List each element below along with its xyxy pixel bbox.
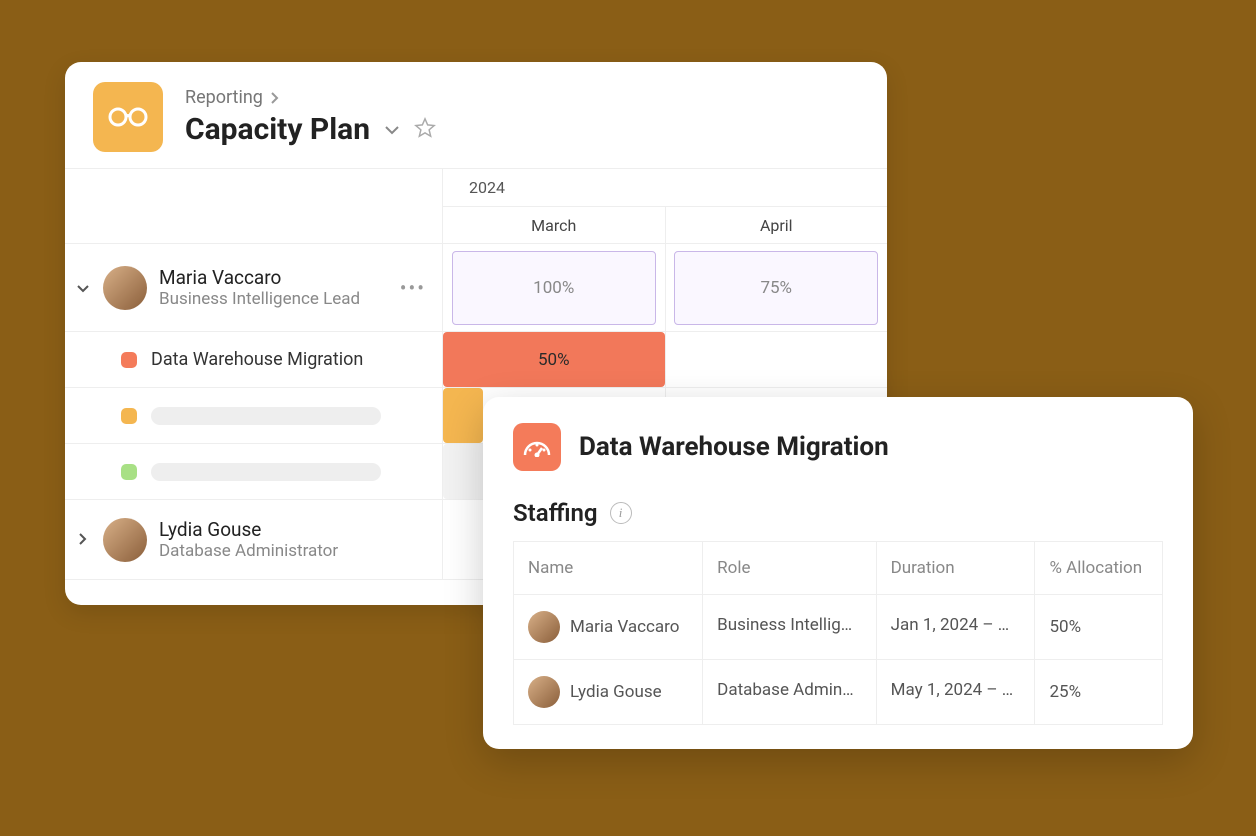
cell-duration: Jan 1, 2024 – … (891, 615, 1010, 635)
person-row-maria: Maria Vaccaro Business Intelligence Lead… (65, 244, 887, 332)
table-row[interactable]: Lydia Gouse Database Admin… May 1, 2024 … (514, 660, 1163, 725)
chevron-down-icon (384, 125, 400, 135)
col-allocation: % Allocation (1035, 542, 1163, 595)
avatar (528, 676, 560, 708)
gauge-icon (523, 437, 551, 457)
glasses-icon (108, 107, 148, 127)
staffing-table: Name Role Duration % Allocation Maria Va… (513, 541, 1163, 725)
avatar (103, 518, 147, 562)
person-name[interactable]: Lydia Gouse (159, 518, 338, 541)
cell-role: Database Admin… (717, 680, 854, 700)
col-duration: Duration (876, 542, 1035, 595)
info-icon[interactable]: i (610, 502, 632, 524)
timeline-header: 2024 March April (65, 168, 887, 244)
chevron-right-icon (271, 92, 279, 104)
collapse-toggle[interactable] (75, 278, 91, 297)
expand-toggle[interactable] (75, 530, 91, 549)
project-row: Data Warehouse Migration 50% (65, 332, 887, 388)
month-march: March (443, 207, 666, 243)
allocation-march[interactable]: 100% (452, 251, 656, 325)
cell-name: Maria Vaccaro (570, 617, 679, 637)
allocation-april[interactable]: 75% (674, 251, 878, 325)
project-allocation-bar[interactable] (443, 388, 483, 443)
cell-name: Lydia Gouse (570, 682, 662, 702)
month-april: April (666, 207, 888, 243)
favorite-button[interactable] (414, 117, 436, 143)
project-name[interactable]: Data Warehouse Migration (151, 349, 363, 370)
year-label: 2024 (443, 169, 887, 207)
popup-title: Data Warehouse Migration (579, 432, 889, 462)
breadcrumb[interactable]: Reporting (185, 87, 436, 108)
table-row[interactable]: Maria Vaccaro Business Intellig… Jan 1, … (514, 595, 1163, 660)
chevron-right-icon (79, 533, 87, 545)
cell-allocation: 25% (1035, 660, 1163, 725)
project-detail-popup: Data Warehouse Migration Staffing i Name… (483, 397, 1193, 749)
card-header: Reporting Capacity Plan (65, 62, 887, 168)
header-text: Reporting Capacity Plan (185, 87, 436, 147)
project-color-dot (121, 408, 137, 424)
project-name-placeholder (151, 407, 381, 425)
project-allocation-bar[interactable]: 50% (443, 332, 665, 387)
app-icon (93, 82, 163, 152)
col-name: Name (514, 542, 703, 595)
person-name[interactable]: Maria Vaccaro (159, 266, 360, 289)
project-color-dot (121, 352, 137, 368)
avatar (528, 611, 560, 643)
chevron-down-icon (77, 285, 89, 293)
title-dropdown[interactable] (384, 120, 400, 139)
more-actions-button[interactable]: ••• (400, 276, 426, 300)
col-role: Role (703, 542, 876, 595)
project-color-dot (121, 464, 137, 480)
cell-allocation: 50% (1035, 595, 1163, 660)
person-role: Database Administrator (159, 541, 338, 561)
breadcrumb-label: Reporting (185, 87, 263, 108)
project-icon (513, 423, 561, 471)
cell-role: Business Intellig… (717, 615, 852, 635)
person-role: Business Intelligence Lead (159, 289, 360, 309)
star-icon (414, 117, 436, 139)
avatar (103, 266, 147, 310)
project-name-placeholder (151, 463, 381, 481)
section-title: Staffing (513, 499, 598, 527)
page-title: Capacity Plan (185, 112, 370, 147)
cell-duration: May 1, 2024 – … (891, 680, 1014, 700)
